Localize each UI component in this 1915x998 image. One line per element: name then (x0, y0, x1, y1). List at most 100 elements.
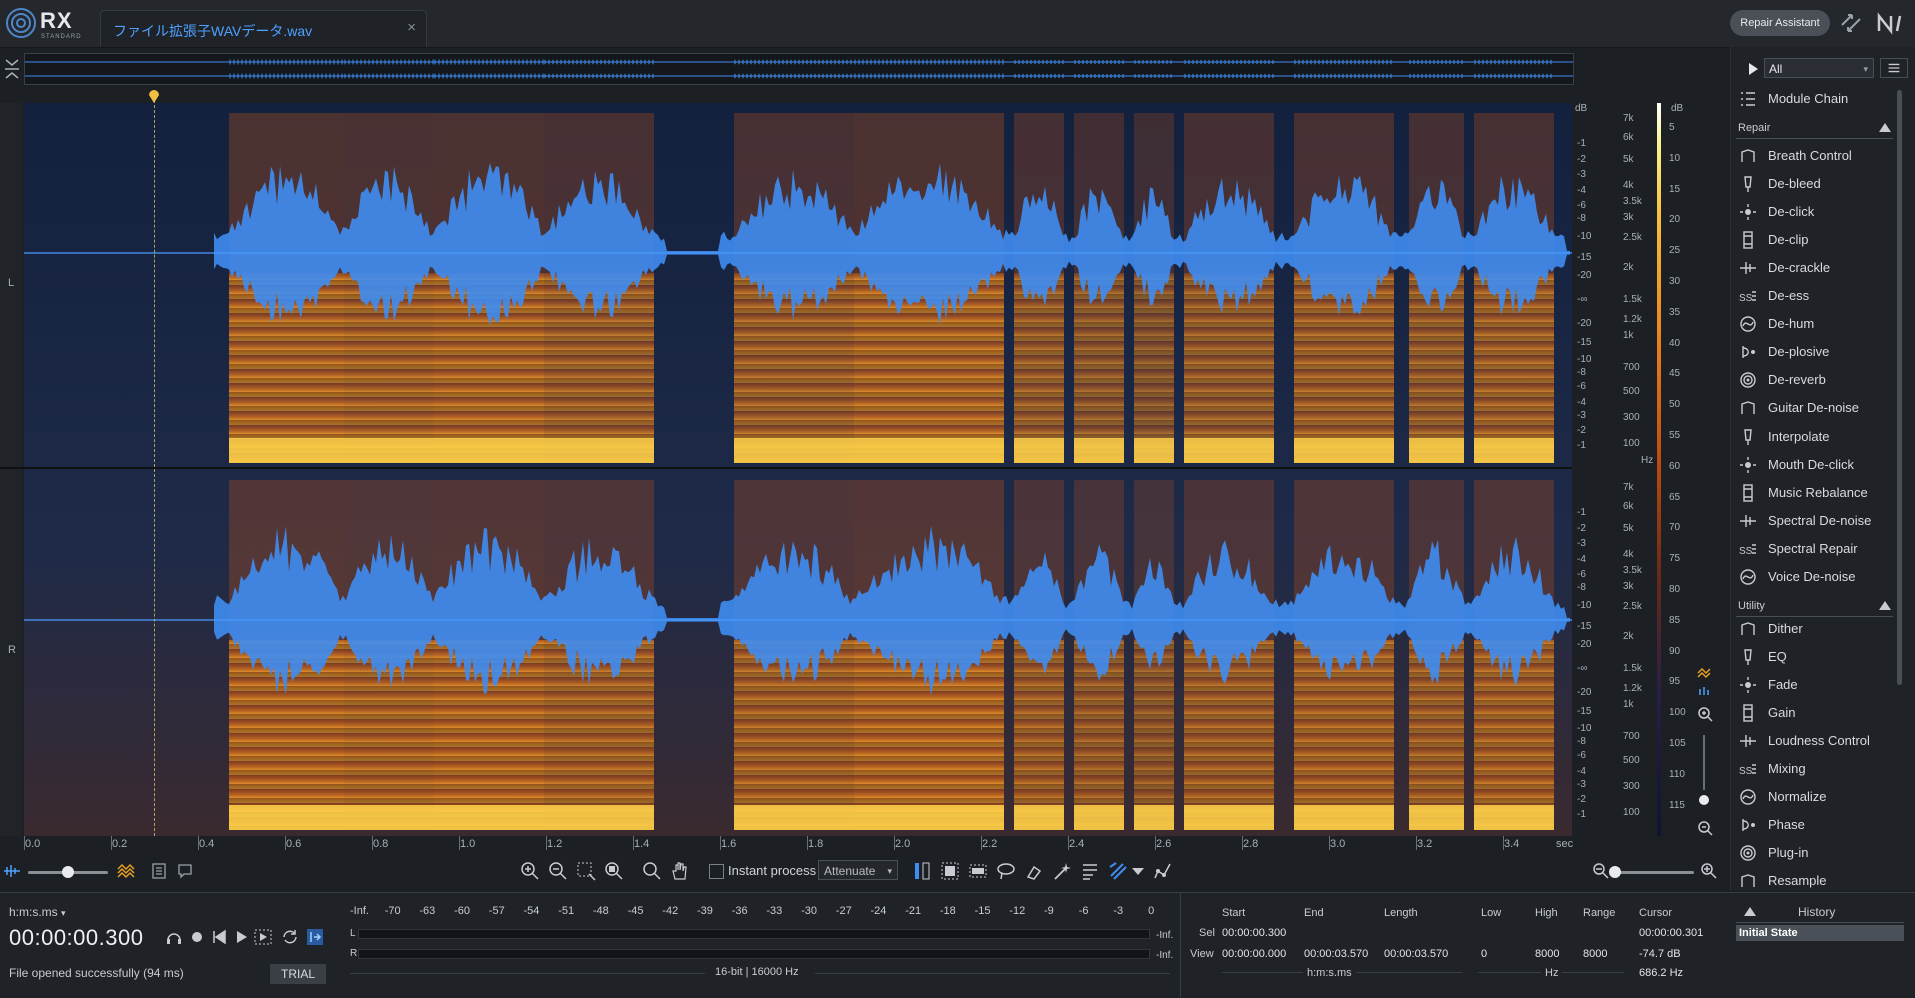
collapse-triangle-icon[interactable] (1879, 123, 1891, 132)
hand-icon[interactable] (670, 861, 690, 881)
module-item-resample[interactable]: Resample (1736, 868, 1895, 889)
module-item-plug-in[interactable]: Plug-in (1736, 840, 1895, 866)
sel-start-value[interactable]: 00:00:00.300 (1222, 927, 1286, 939)
pencil-icon[interactable] (1152, 861, 1172, 881)
module-item-mixing[interactable]: SS Mixing (1736, 756, 1895, 782)
high-value[interactable]: 8000 (1535, 948, 1559, 960)
time-format-dropdown[interactable]: h:m:s.ms ▾ (9, 905, 66, 919)
native-instruments-icon[interactable] (1876, 11, 1904, 35)
waveform-display-icon[interactable] (2, 863, 22, 879)
hz-tick-bottom: 3k (1623, 581, 1634, 592)
module-item-phase[interactable]: Phase (1736, 812, 1895, 838)
time-ruler[interactable]: 0.0 0.2 0.4 0.6 0.8 1.0 1.2 1.4 1.6 1.8 2.0 2.2 2.4 2… (24, 836, 1573, 852)
time-selection-icon[interactable] (912, 861, 932, 881)
time-zoom-slider[interactable] (1614, 871, 1694, 874)
close-tab-icon[interactable]: × (407, 19, 416, 36)
module-item-de-crackle[interactable]: De-crackle (1736, 255, 1900, 281)
lasso-icon[interactable] (996, 861, 1016, 881)
utility-section-header[interactable]: Utility (1736, 598, 1893, 617)
play-icon[interactable] (232, 928, 250, 946)
meter-scale-tick: 0 (1148, 905, 1155, 917)
sync-icon[interactable] (1838, 11, 1864, 35)
db-tick-top: -2 (1577, 154, 1586, 165)
module-item-de-plosive[interactable]: De-plosive (1736, 339, 1900, 365)
blend-slider-knob[interactable] (62, 866, 74, 878)
record-icon[interactable] (188, 928, 206, 946)
module-item-de-ess[interactable]: SS De-ess (1736, 283, 1900, 309)
module-item-normalize[interactable]: Normalize (1736, 784, 1895, 810)
overview-waveform[interactable] (24, 53, 1574, 85)
low-value[interactable]: 0 (1481, 948, 1487, 960)
view-length-value[interactable]: 00:00:03.570 (1384, 948, 1448, 960)
zoom-in-icon[interactable] (520, 861, 540, 881)
module-item-voice-de-noise[interactable]: Voice De-noise (1736, 564, 1900, 590)
collapse-overview-icon[interactable] (4, 56, 20, 82)
history-collapse-icon[interactable] (1744, 907, 1756, 916)
module-item-dither[interactable]: Dither (1736, 616, 1895, 642)
zoom-out-icon[interactable] (548, 861, 568, 881)
menu-icon[interactable] (1880, 58, 1908, 78)
box-selection-icon[interactable] (940, 861, 960, 881)
repair-assistant-button[interactable]: Repair Assistant (1730, 10, 1830, 36)
repair-section-header[interactable]: Repair (1736, 120, 1893, 139)
attenuate-dropdown[interactable]: Attenuate ▾ (818, 860, 898, 880)
db-tick-top: -4 (1577, 397, 1586, 408)
module-item-de-reverb[interactable]: De-reverb (1736, 367, 1900, 393)
zoom-out-time-icon[interactable] (1592, 862, 1610, 880)
module-list-scrollbar[interactable] (1897, 90, 1902, 685)
cursor-db-value: -74.7 dB (1639, 948, 1681, 960)
zoom-selection-icon[interactable] (576, 861, 596, 881)
module-chain-item[interactable]: Module Chain (1736, 86, 1900, 112)
module-item-spectral-de-noise[interactable]: Spectral De-noise (1736, 508, 1900, 534)
module-item-de-click[interactable]: De-click (1736, 199, 1900, 225)
time-zoom-knob[interactable] (1609, 866, 1621, 878)
playhead-marker-icon[interactable] (148, 89, 160, 103)
range-value[interactable]: 8000 (1583, 948, 1607, 960)
monitor-headphones-icon[interactable] (165, 928, 183, 946)
follow-playhead-icon[interactable] (306, 928, 324, 946)
module-item-de-bleed[interactable]: De-bleed (1736, 171, 1900, 197)
db-tick-top: -20 (1577, 270, 1592, 281)
colorbar-tick: 25 (1669, 245, 1681, 257)
find-similar-icon[interactable] (1108, 861, 1128, 881)
module-filter-dropdown[interactable]: All ▾ (1764, 58, 1874, 78)
module-item-eq[interactable]: EQ (1736, 644, 1895, 670)
file-tab[interactable]: ファイル拡張子WAVデータ.wav × (100, 10, 427, 47)
frequency-selection-icon[interactable] (968, 861, 988, 881)
tool-options-chevron-icon[interactable] (1128, 861, 1148, 881)
spectrogram-display-icon[interactable] (116, 861, 138, 881)
play-selection-icon[interactable] (254, 928, 272, 946)
history-item[interactable]: Initial State (1736, 925, 1904, 941)
spectrogram-view[interactable] (24, 103, 1572, 836)
zoom-fit-icon[interactable] (604, 861, 624, 881)
module-item-fade[interactable]: Fade (1736, 672, 1895, 698)
magic-wand-icon[interactable] (1052, 861, 1072, 881)
module-item-de-clip[interactable]: De-clip (1736, 227, 1900, 253)
loop-icon[interactable] (281, 928, 299, 946)
zoom-in-time-icon[interactable] (1700, 862, 1718, 880)
play-module-icon[interactable] (1746, 61, 1760, 77)
collapse-triangle-icon[interactable] (1879, 601, 1891, 610)
module-item-loudness-control[interactable]: Loudness Control (1736, 728, 1895, 754)
db-tick-bottom: -15 (1577, 706, 1592, 717)
db-tick-bottom: -3 (1577, 538, 1586, 549)
harmonic-selection-icon[interactable] (1080, 861, 1100, 881)
module-item-guitar-de-noise[interactable]: Guitar De-noise (1736, 395, 1900, 421)
brush-icon[interactable] (1024, 861, 1044, 881)
skip-back-icon[interactable] (210, 928, 228, 946)
colorbar-tick: 40 (1669, 337, 1681, 349)
module-item-spectral-repair[interactable]: SS Spectral Repair (1736, 536, 1900, 562)
module-item-music-rebalance[interactable]: Music Rebalance (1736, 480, 1900, 506)
channel-label-right: R (8, 644, 16, 656)
zoom-tool-icon[interactable] (642, 861, 662, 881)
instant-process-checkbox[interactable] (709, 864, 724, 879)
module-item-de-hum[interactable]: De-hum (1736, 311, 1900, 337)
module-item-gain[interactable]: Gain (1736, 700, 1895, 726)
view-end-value[interactable]: 00:00:03.570 (1304, 948, 1368, 960)
comment-icon[interactable] (176, 862, 194, 880)
view-start-value[interactable]: 00:00:00.000 (1222, 948, 1286, 960)
spectrogram-settings-icon[interactable] (150, 862, 168, 880)
module-item-interpolate[interactable]: Interpolate (1736, 424, 1900, 450)
module-item-mouth-de-click[interactable]: Mouth De-click (1736, 452, 1900, 478)
module-item-breath-control[interactable]: Breath Control (1736, 143, 1900, 169)
